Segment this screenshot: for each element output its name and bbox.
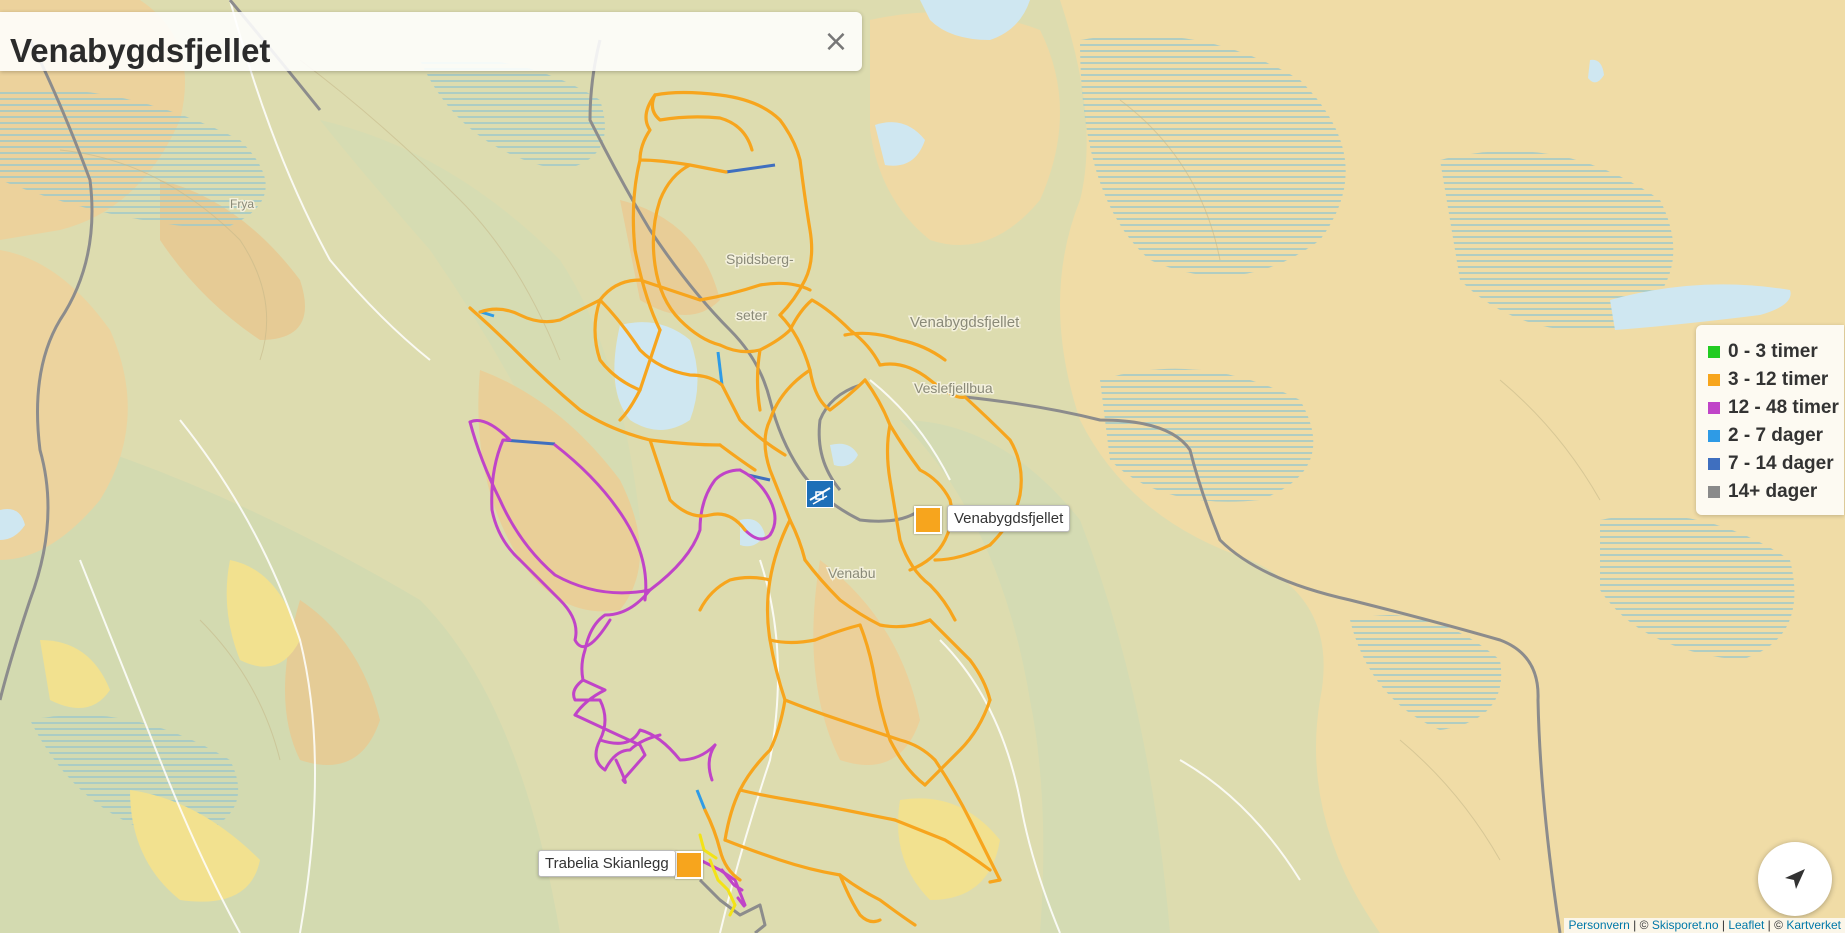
venabygdsfjellet-marker-label[interactable]: Venabygdsfjellet [947,505,1071,532]
page-title: Venabygdsfjellet [10,32,271,69]
legend-label: 3 - 12 timer [1728,369,1829,390]
legend-item: 0 - 3 timer [1696,338,1844,366]
navigation-arrow-icon [1785,869,1805,889]
attribution-separator: | © [1629,918,1652,932]
trabelia-marker-label[interactable]: Trabelia Skianlegg [538,850,676,877]
legend-swatch [1708,374,1720,386]
legend-item: 12 - 48 timer [1696,394,1844,422]
legend-item: 7 - 14 dager [1696,450,1844,478]
map-svg[interactable]: Frya Spidsberg- seter Venabygdsfjellet V… [0,0,1845,933]
legend-item: 3 - 12 timer [1696,366,1844,394]
place-label-venabu: Venabu [828,565,876,581]
legend-label: 14+ dager [1728,481,1818,502]
place-label-venabygdsfjellet: Venabygdsfjellet [910,314,1020,331]
attribution-separator: | [1718,918,1729,932]
legend-label: 12 - 48 timer [1728,397,1839,418]
personvern-link[interactable]: Personvern [1568,918,1629,932]
kartverket-link[interactable]: Kartverket [1786,918,1841,932]
venabygdsfjellet-marker-icon[interactable] [914,506,942,534]
legend-swatch [1708,430,1720,442]
map-legend: 0 - 3 timer 3 - 12 timer 12 - 48 timer 2… [1696,325,1844,515]
close-button[interactable]: × [822,27,850,57]
trabelia-marker-icon[interactable] [675,851,703,879]
legend-swatch [1708,458,1720,470]
legend-swatch [1708,402,1720,414]
legend-label: 7 - 14 dager [1728,453,1834,474]
ski-lift-icon[interactable] [806,480,834,508]
place-label-frya: Frya [230,197,254,211]
attribution-separator: | © [1764,918,1787,932]
leaflet-link[interactable]: Leaflet [1728,918,1764,932]
map-canvas[interactable]: Frya Spidsberg- seter Venabygdsfjellet V… [0,0,1845,933]
place-label-veslefjellbua: Veslefjellbua [914,380,993,396]
title-panel: Venabygdsfjellet × [0,12,862,71]
legend-label: 2 - 7 dager [1728,425,1824,446]
place-label-spidsberg: Spidsberg- [726,251,794,267]
legend-item: 2 - 7 dager [1696,422,1844,450]
locate-button[interactable] [1758,842,1832,916]
legend-item: 14+ dager [1696,478,1844,506]
legend-swatch [1708,486,1720,498]
legend-label: 0 - 3 timer [1728,341,1818,362]
skisporet-link[interactable]: Skisporet.no [1652,918,1719,932]
place-label-seter: seter [736,307,767,323]
map-attribution: Personvern | © Skisporet.no | Leaflet | … [1564,918,1845,933]
legend-swatch [1708,346,1720,358]
